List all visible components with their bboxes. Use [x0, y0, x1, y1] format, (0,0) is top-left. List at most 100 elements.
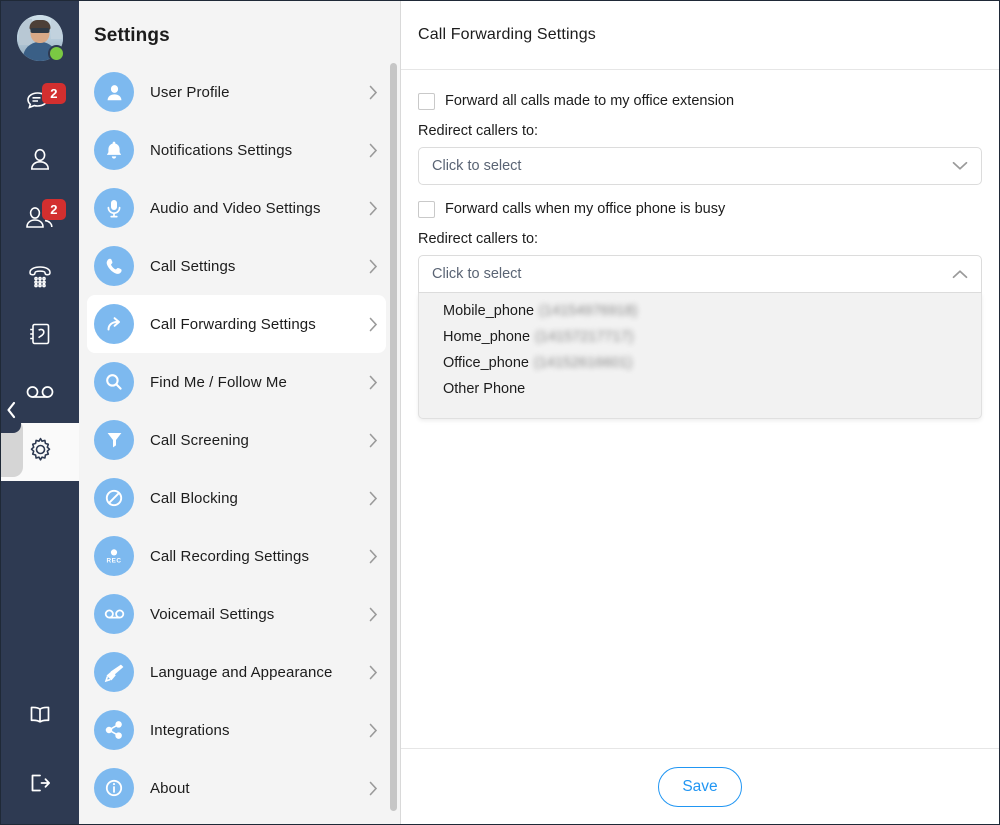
microphone-icon: [94, 188, 134, 228]
redirect-callers-label-1: Redirect callers to:: [418, 123, 982, 139]
sidebar-item-label: User Profile: [150, 84, 369, 101]
nav-item-groups[interactable]: 2: [1, 191, 79, 249]
sidebar-item-integrations[interactable]: Integrations: [87, 701, 386, 759]
sidebar-item-call-settings[interactable]: Call Settings: [87, 237, 386, 295]
sidebar-item-voicemail-settings[interactable]: Voicemail Settings: [87, 585, 386, 643]
redirect-callers-dropdown: Mobile_phone (14154976918) Home_phone (1…: [418, 293, 982, 419]
sidebar-item-call-screening[interactable]: Call Screening: [87, 411, 386, 469]
sidebar-item-label: Notifications Settings: [150, 142, 369, 159]
dropdown-option-label: Home_phone: [443, 329, 530, 345]
forward-arrow-icon: [94, 304, 134, 344]
chevron-right-icon: [369, 375, 378, 390]
select-value: Click to select: [432, 266, 952, 282]
main-content: Call Forwarding Settings Forward all cal…: [401, 1, 999, 824]
sidebar-item-about[interactable]: About: [87, 759, 386, 817]
share-icon: [94, 710, 134, 750]
dropdown-option-number-redacted: (14152616601): [534, 355, 632, 371]
nav-item-help[interactable]: [1, 688, 79, 746]
bell-icon: [94, 130, 134, 170]
forward-busy-calls-label: Forward calls when my office phone is bu…: [445, 201, 725, 217]
voicemail-icon: [24, 382, 56, 407]
sidebar-item-notifications-settings[interactable]: Notifications Settings: [87, 121, 386, 179]
chevron-right-icon: [369, 85, 378, 100]
chevron-down-icon: [952, 161, 968, 171]
messages-badge: 2: [42, 83, 66, 104]
forward-all-calls-checkbox[interactable]: [418, 93, 435, 110]
block-icon: [94, 478, 134, 518]
sidebar-item-call-recording-settings[interactable]: REC Call Recording Settings: [87, 527, 386, 585]
logout-icon: [27, 771, 53, 800]
dropdown-option-home-phone[interactable]: Home_phone (14157217717): [419, 329, 981, 355]
chevron-right-icon: [369, 549, 378, 564]
groups-badge: 2: [42, 199, 66, 220]
book-icon: [27, 703, 53, 732]
forward-busy-calls-checkbox[interactable]: [418, 201, 435, 218]
sidebar-item-user-profile[interactable]: User Profile: [87, 63, 386, 121]
chevron-left-icon: [6, 401, 17, 424]
sidebar-item-label: Voicemail Settings: [150, 606, 369, 623]
dropdown-option-mobile-phone[interactable]: Mobile_phone (14154976918): [419, 303, 981, 329]
sidebar-item-audio-and-video-settings[interactable]: Audio and Video Settings: [87, 179, 386, 237]
sidebar-item-label: Language and Appearance: [150, 664, 369, 681]
chevron-right-icon: [369, 723, 378, 738]
svg-text:REC: REC: [107, 558, 122, 565]
dropdown-option-number-redacted: (14154976918): [539, 303, 637, 319]
record-icon: REC: [94, 536, 134, 576]
call-forwarding-form: Forward all calls made to my office exte…: [401, 70, 999, 748]
sidebar-item-label: Find Me / Follow Me: [150, 374, 369, 391]
chevron-right-icon: [369, 143, 378, 158]
sidebar-item-label: Call Recording Settings: [150, 548, 369, 565]
paintbrush-icon: [94, 652, 134, 692]
chevron-right-icon: [369, 433, 378, 448]
chevron-right-icon: [369, 201, 378, 216]
settings-list-scrollbar[interactable]: [390, 63, 397, 811]
chevron-right-icon: [369, 259, 378, 274]
sidebar-item-label: Audio and Video Settings: [150, 200, 369, 217]
sidebar-item-language-and-appearance[interactable]: Language and Appearance: [87, 643, 386, 701]
settings-title: Settings: [79, 1, 400, 63]
sidebar-item-find-me-follow-me[interactable]: Find Me / Follow Me: [87, 353, 386, 411]
nav-item-contacts[interactable]: [1, 133, 79, 191]
page-title: Call Forwarding Settings: [418, 26, 596, 44]
dropdown-option-other-phone[interactable]: Other Phone: [419, 381, 981, 407]
chevron-right-icon: [369, 491, 378, 506]
redirect-callers-label-2: Redirect callers to:: [418, 231, 982, 247]
funnel-icon: [94, 420, 134, 460]
sidebar-item-label: Integrations: [150, 722, 369, 739]
nav-item-logout[interactable]: [1, 756, 79, 814]
sidebar-item-call-blocking[interactable]: Call Blocking: [87, 469, 386, 527]
dropdown-option-label: Other Phone: [443, 381, 525, 397]
sidebar-item-label: Call Blocking: [150, 490, 369, 507]
gear-icon: [27, 436, 54, 468]
avatar[interactable]: [17, 15, 63, 61]
person-icon: [26, 146, 54, 179]
chevron-up-icon: [952, 269, 968, 279]
chevron-right-icon: [369, 665, 378, 680]
collapse-panel-button[interactable]: [1, 391, 21, 433]
sidebar-item-label: About: [150, 780, 369, 797]
sidebar-item-label: Call Forwarding Settings: [150, 316, 369, 333]
chevron-right-icon: [369, 781, 378, 796]
settings-list: User Profile Notifications Settings Audi…: [79, 63, 400, 824]
phone-icon: [94, 246, 134, 286]
save-button[interactable]: Save: [658, 767, 742, 807]
sidebar-item-label: Call Settings: [150, 258, 369, 275]
desk-phone-icon: [25, 262, 55, 295]
dropdown-option-office-phone[interactable]: Office_phone (14152616601): [419, 355, 981, 381]
forward-busy-calls-row[interactable]: Forward calls when my office phone is bu…: [418, 198, 982, 220]
chevron-right-icon: [369, 317, 378, 332]
main-header: Call Forwarding Settings: [401, 1, 999, 70]
nav-item-dialpad[interactable]: [1, 249, 79, 307]
sidebar-item-call-forwarding-settings[interactable]: Call Forwarding Settings: [87, 295, 386, 353]
nav-item-address-book[interactable]: [1, 307, 79, 365]
nav-item-messages[interactable]: 2: [1, 75, 79, 133]
forward-all-calls-row[interactable]: Forward all calls made to my office exte…: [418, 90, 982, 112]
redirect-callers-select-2[interactable]: Click to select: [418, 255, 982, 293]
info-icon: [94, 768, 134, 808]
person-icon: [94, 72, 134, 112]
address-book-icon: [26, 320, 54, 353]
dropdown-option-number-redacted: (14157217717): [535, 329, 633, 345]
redirect-callers-select-1[interactable]: Click to select: [418, 147, 982, 185]
settings-pane: Settings User Profile Notifications Sett…: [79, 1, 401, 824]
search-icon: [94, 362, 134, 402]
